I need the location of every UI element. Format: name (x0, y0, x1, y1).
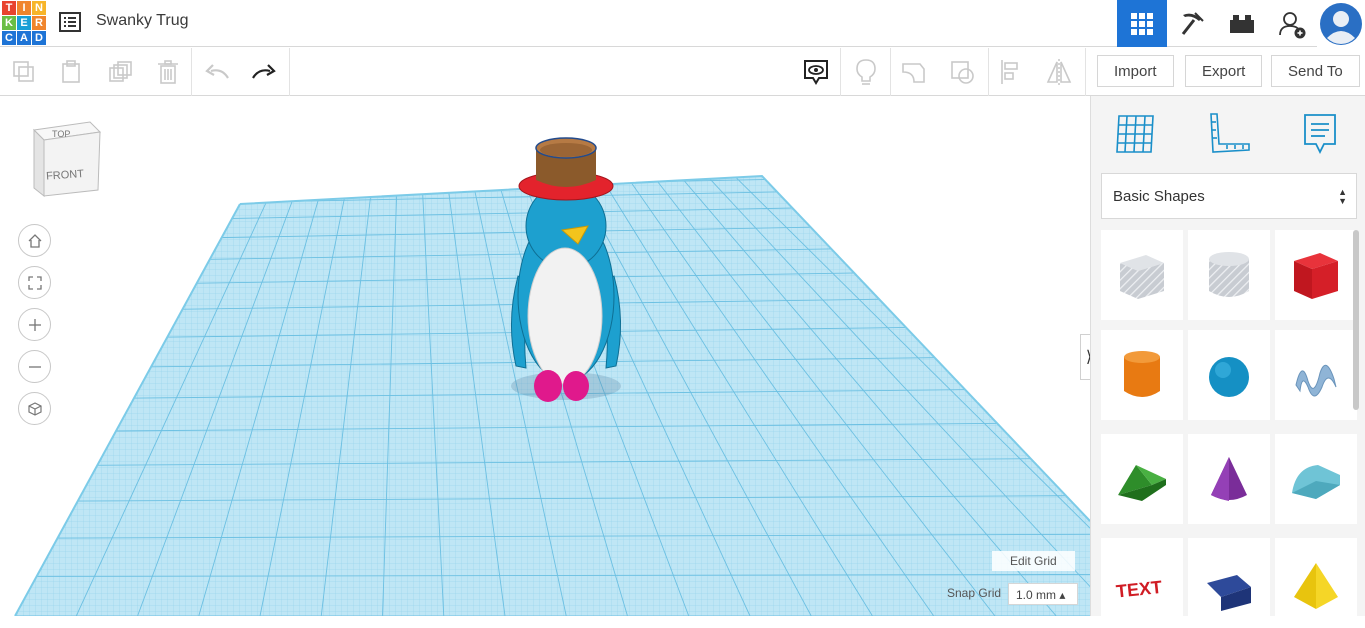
select-arrows-icon: ▲ ▼ (1338, 187, 1347, 206)
snap-grid-label: Snap Grid (947, 586, 1002, 600)
viewcube-top-label: TOP (52, 129, 70, 139)
paste-icon[interactable] (55, 56, 87, 88)
shape-round-roof[interactable] (1275, 434, 1357, 524)
logo-letter-r: R (32, 16, 46, 30)
send-to-button[interactable]: Send To (1271, 55, 1360, 87)
design-list-icon[interactable] (58, 10, 82, 34)
shape-library-label: Basic Shapes (1113, 187, 1205, 205)
edit-toolbar: Import Export Send To (0, 48, 1365, 96)
toolbar-divider (890, 48, 891, 96)
shape-wedge[interactable] (1188, 538, 1270, 628)
logo-letter-k: K (2, 16, 16, 30)
export-button[interactable]: Export (1185, 55, 1263, 87)
fit-view-button[interactable] (18, 266, 51, 299)
shape-library-select[interactable]: Basic Shapes ▲ ▼ (1101, 173, 1357, 219)
shape-cone[interactable] (1188, 434, 1270, 524)
home-view-button[interactable] (18, 224, 51, 257)
add-user-icon[interactable] (1267, 0, 1317, 47)
penguin-model[interactable] (496, 136, 636, 426)
top-bar: T I N K E R C A D Swanky Trug (0, 0, 1365, 47)
shapes-panel: Basic Shapes ▲ ▼ TEXT (1090, 96, 1365, 628)
copy-icon[interactable] (8, 56, 40, 88)
group-icon[interactable] (898, 56, 930, 88)
notes-icon[interactable] (1297, 110, 1343, 156)
top-right-nav (1117, 0, 1365, 47)
grid-view-icon[interactable] (1117, 0, 1167, 47)
toolbar-divider (1085, 48, 1086, 96)
logo-letter-i: I (17, 1, 31, 15)
logo-letter-n: N (32, 1, 46, 15)
align-icon[interactable] (996, 56, 1028, 88)
shape-cylinder[interactable] (1101, 330, 1183, 420)
shape-roof[interactable] (1101, 434, 1183, 524)
design-title[interactable]: Swanky Trug (96, 12, 188, 30)
undo-icon[interactable] (201, 56, 233, 88)
shape-box[interactable] (1275, 230, 1357, 320)
ungroup-icon[interactable] (947, 56, 979, 88)
logo-letter-t: T (2, 1, 16, 15)
import-button[interactable]: Import (1097, 55, 1174, 87)
logo-letter-d: D (32, 31, 46, 45)
toolbar-divider (289, 48, 290, 96)
lightbulb-icon[interactable] (850, 56, 882, 88)
view-cube[interactable]: TOP FRONT (30, 118, 102, 200)
shape-box-hole[interactable] (1101, 230, 1183, 320)
brick-icon[interactable] (1217, 0, 1267, 47)
zoom-out-button[interactable] (18, 350, 51, 383)
shape-sphere[interactable] (1188, 330, 1270, 420)
delete-icon[interactable] (152, 56, 184, 88)
shape-scribble[interactable] (1275, 330, 1357, 420)
shape-cylinder-hole[interactable] (1188, 230, 1270, 320)
toolbar-divider (840, 48, 841, 96)
duplicate-icon[interactable] (104, 56, 136, 88)
redo-icon[interactable] (248, 56, 280, 88)
avatar-icon[interactable] (1317, 0, 1365, 47)
logo-letter-e: E (17, 16, 31, 30)
pickaxe-icon[interactable] (1167, 0, 1217, 47)
mirror-icon[interactable] (1043, 56, 1075, 88)
ruler-icon[interactable] (1205, 110, 1251, 156)
svg-text:TEXT: TEXT (1115, 577, 1163, 602)
panel-scrollbar[interactable] (1353, 230, 1359, 410)
notes-visibility-icon[interactable] (800, 56, 832, 88)
toolbar-divider (191, 48, 192, 96)
snap-grid-select[interactable]: 1.0 mm ▴ (1008, 583, 1078, 605)
logo-letter-c: C (2, 31, 16, 45)
tinkercad-logo[interactable]: T I N K E R C A D (2, 1, 46, 45)
shape-text[interactable]: TEXT (1101, 538, 1183, 628)
zoom-in-button[interactable] (18, 308, 51, 341)
perspective-toggle-button[interactable] (18, 392, 51, 425)
logo-letter-a: A (17, 31, 31, 45)
toolbar-divider (988, 48, 989, 96)
workplane-viewport[interactable]: TOP FRONT Edit Grid Snap Grid 1.0 mm ▴ (0, 96, 1090, 616)
edit-grid-button[interactable]: Edit Grid (992, 551, 1075, 571)
workplane-icon[interactable] (1113, 110, 1159, 156)
shape-pyramid[interactable] (1275, 538, 1357, 628)
